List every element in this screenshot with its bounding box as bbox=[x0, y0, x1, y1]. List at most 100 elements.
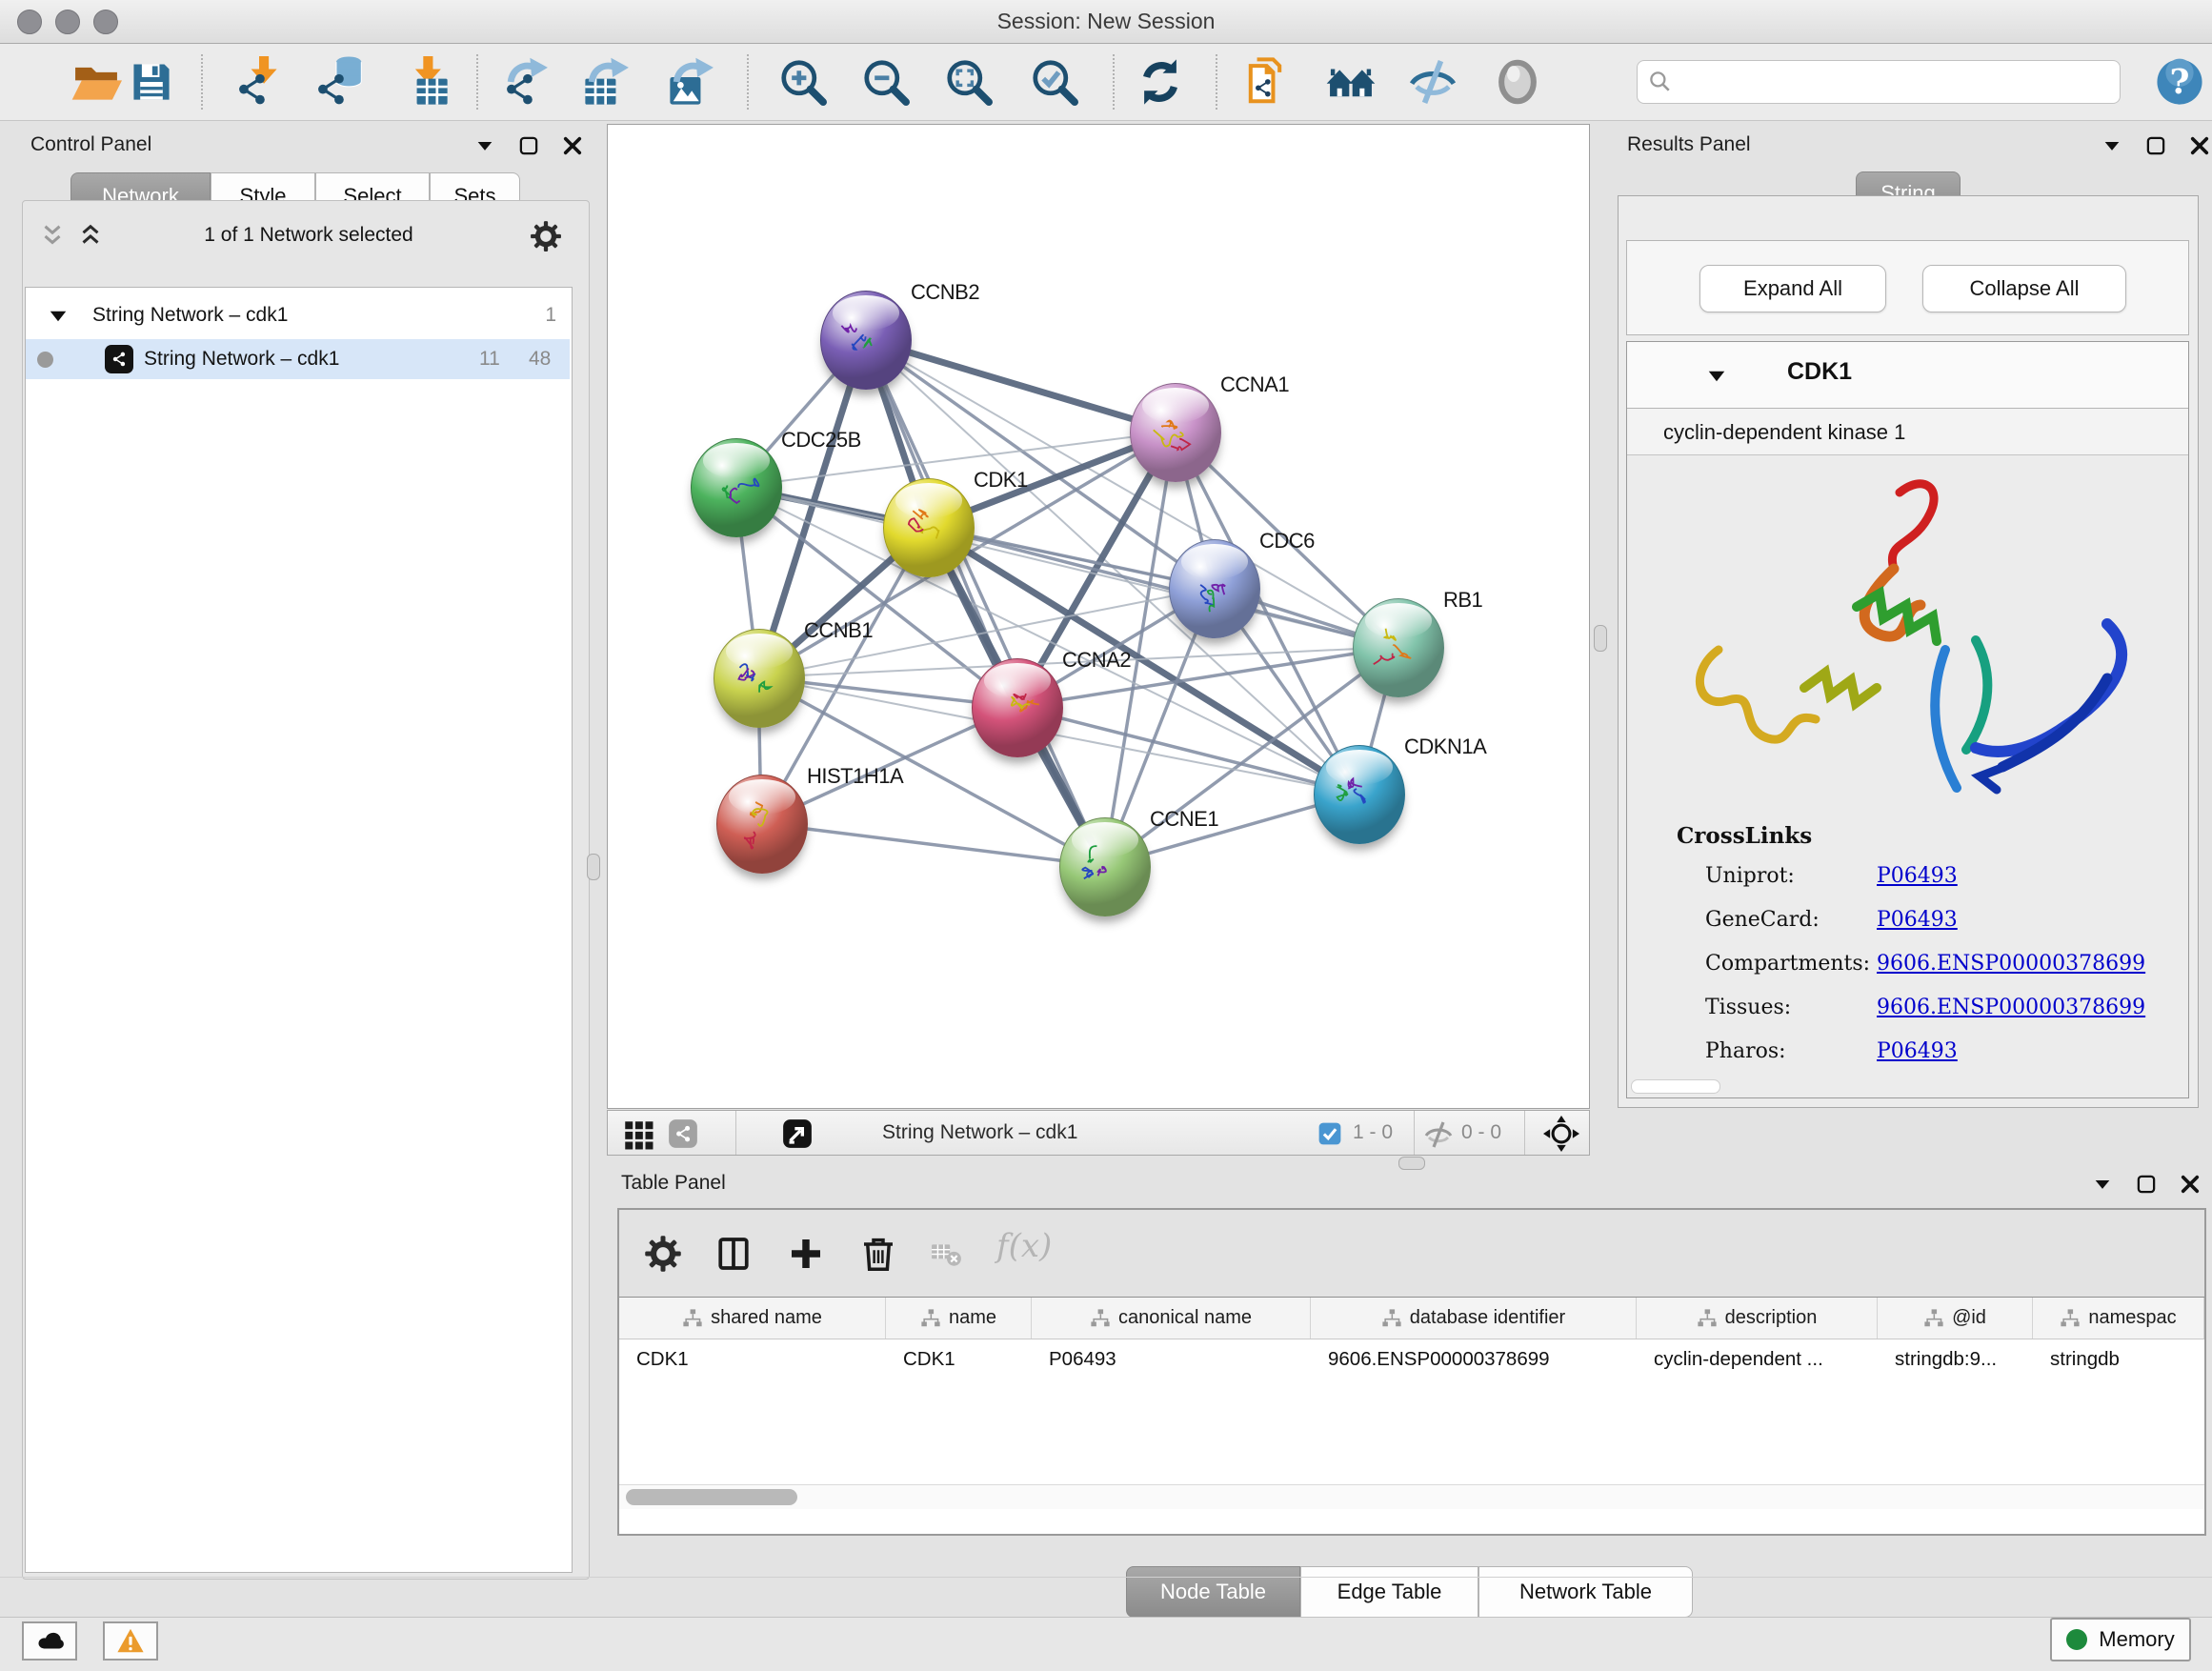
column-header-namespac[interactable]: namespac bbox=[2033, 1298, 2204, 1339]
crosslink-value[interactable]: P06493 bbox=[1877, 1039, 1958, 1063]
entry-header[interactable]: CDK1 bbox=[1627, 342, 2188, 409]
hide-graphics-icon[interactable] bbox=[1407, 56, 1458, 108]
column-header--id[interactable]: @id bbox=[1878, 1298, 2033, 1339]
crosslink-value[interactable]: P06493 bbox=[1877, 864, 1958, 888]
network-node-count: 11 bbox=[479, 348, 500, 371]
entry-hscrollbar[interactable] bbox=[1631, 1079, 1720, 1094]
table-cell[interactable]: CDK1 bbox=[886, 1339, 1032, 1379]
export-network-icon[interactable] bbox=[501, 56, 553, 108]
table-row[interactable]: CDK1CDK1P064939606.ENSP00000378699cyclin… bbox=[619, 1339, 2204, 1379]
refresh-icon[interactable] bbox=[1135, 56, 1186, 108]
panel-float-icon[interactable] bbox=[516, 133, 541, 158]
panel-close-icon[interactable] bbox=[560, 133, 585, 158]
tab-edge-table[interactable]: Edge Table bbox=[1300, 1566, 1478, 1618]
warnings-button[interactable] bbox=[103, 1621, 158, 1661]
import-network-database-icon[interactable] bbox=[312, 56, 364, 108]
panel-close-icon[interactable] bbox=[2187, 133, 2212, 158]
graph-node-ccna1[interactable] bbox=[1130, 383, 1221, 482]
table-cell[interactable]: cyclin-dependent ... bbox=[1637, 1339, 1878, 1379]
birdseye-crosshair-icon[interactable] bbox=[1543, 1116, 1579, 1152]
collapse-all-button[interactable]: Collapse All bbox=[1922, 265, 2126, 312]
expand-all-networks-icon[interactable] bbox=[76, 222, 105, 251]
cloud-button[interactable] bbox=[22, 1621, 77, 1661]
graph-node-ccna2[interactable] bbox=[972, 658, 1063, 757]
import-table-icon[interactable] bbox=[399, 56, 451, 108]
network-options-gear-icon[interactable] bbox=[530, 220, 562, 252]
delete-column-icon[interactable] bbox=[859, 1235, 897, 1273]
search-input[interactable] bbox=[1683, 65, 2106, 97]
entry-collapse-icon[interactable] bbox=[1705, 365, 1728, 388]
graph-node-cdkn1a[interactable] bbox=[1314, 745, 1405, 844]
panel-collapse-icon[interactable] bbox=[2100, 133, 2124, 158]
expand-all-button[interactable]: Expand All bbox=[1699, 265, 1886, 312]
memory-button[interactable]: Memory bbox=[2050, 1618, 2191, 1661]
column-header-canonical-name[interactable]: canonical name bbox=[1032, 1298, 1311, 1339]
tree-collapse-icon[interactable] bbox=[47, 305, 70, 328]
tab-node-table[interactable]: Node Table bbox=[1126, 1566, 1300, 1618]
create-column-icon[interactable] bbox=[787, 1235, 825, 1273]
graph-node-ccne1[interactable] bbox=[1059, 817, 1151, 916]
graph-node-ccnb2[interactable] bbox=[820, 291, 912, 390]
view-network-share-icon[interactable] bbox=[667, 1117, 699, 1150]
crosslink-value[interactable]: 9606.ENSP00000378699 bbox=[1877, 952, 2145, 976]
table-cell[interactable]: stringdb:9... bbox=[1878, 1339, 2033, 1379]
home-icon[interactable] bbox=[1325, 56, 1377, 108]
network-tree-root-row[interactable]: String Network – cdk1 1 bbox=[26, 295, 570, 335]
import-network-file-icon[interactable] bbox=[233, 56, 285, 108]
graph-edge[interactable] bbox=[761, 823, 1104, 866]
table-tabs: Node TableEdge TableNetwork Table bbox=[1126, 1566, 1693, 1618]
zoom-in-icon[interactable] bbox=[777, 56, 829, 108]
protein-thumbnail bbox=[1076, 838, 1134, 896]
graph-node-cdc25b[interactable] bbox=[691, 438, 782, 537]
panel-float-icon[interactable] bbox=[2143, 133, 2168, 158]
save-session-icon[interactable] bbox=[126, 56, 177, 108]
collapse-all-networks-icon[interactable] bbox=[38, 222, 67, 251]
level-of-detail-icon[interactable] bbox=[1492, 56, 1543, 108]
table-hscrollbar-handle[interactable] bbox=[626, 1489, 797, 1505]
open-cybrowser-icon[interactable] bbox=[1239, 56, 1291, 108]
graph-node-hist1h1a[interactable] bbox=[716, 775, 808, 874]
column-header-shared-name[interactable]: shared name bbox=[619, 1298, 886, 1339]
table-cell[interactable]: P06493 bbox=[1032, 1339, 1311, 1379]
entry-description: cyclin-dependent kinase 1 bbox=[1627, 409, 2188, 455]
open-session-icon[interactable] bbox=[70, 56, 122, 108]
zoom-out-icon[interactable] bbox=[860, 56, 912, 108]
table-cell[interactable]: stringdb bbox=[2033, 1339, 2204, 1379]
export-table-icon[interactable] bbox=[582, 56, 633, 108]
table-cell[interactable]: CDK1 bbox=[619, 1339, 886, 1379]
detach-view-icon[interactable] bbox=[781, 1117, 814, 1150]
right-splitter-handle[interactable] bbox=[1594, 625, 1607, 652]
zoom-selected-icon[interactable] bbox=[1029, 56, 1080, 108]
zoom-fit-icon[interactable] bbox=[943, 56, 995, 108]
column-header-name[interactable]: name bbox=[886, 1298, 1032, 1339]
help-icon[interactable]: ? bbox=[2155, 57, 2204, 107]
main-toolbar: ? bbox=[0, 44, 2212, 121]
hidden-eye-icon[interactable] bbox=[1423, 1119, 1454, 1150]
panel-close-icon[interactable] bbox=[2178, 1172, 2202, 1197]
graph-edge[interactable] bbox=[928, 527, 1398, 647]
tab-network-table[interactable]: Network Table bbox=[1478, 1566, 1693, 1618]
column-header-database-identifier[interactable]: database identifier bbox=[1311, 1298, 1637, 1339]
table-settings-gear-icon[interactable] bbox=[644, 1235, 682, 1273]
graph-node-rb1[interactable] bbox=[1353, 598, 1444, 697]
graph-node-cdc6[interactable] bbox=[1169, 539, 1260, 638]
view-grid-icon[interactable] bbox=[621, 1117, 654, 1150]
graph-edge[interactable] bbox=[865, 339, 1175, 432]
export-image-icon[interactable] bbox=[667, 56, 718, 108]
left-splitter-handle[interactable] bbox=[587, 854, 600, 880]
graph-node-ccnb1[interactable] bbox=[714, 629, 805, 728]
crosslink-value[interactable]: 9606.ENSP00000378699 bbox=[1877, 996, 2145, 1019]
panel-collapse-icon[interactable] bbox=[2090, 1172, 2115, 1197]
table-cell[interactable]: 9606.ENSP00000378699 bbox=[1311, 1339, 1637, 1379]
network-view-canvas[interactable]: CCNB2CCNA1CDC25BCDK1CDC6RB1CCNB1CCNA2CDK… bbox=[607, 124, 1590, 1109]
network-edge-count: 48 bbox=[529, 348, 551, 371]
graph-node-cdk1[interactable] bbox=[883, 478, 975, 577]
table-header-row: shared namenamecanonical namedatabase id… bbox=[619, 1298, 2204, 1339]
selected-checkbox-icon[interactable] bbox=[1317, 1120, 1343, 1147]
column-header-description[interactable]: description bbox=[1637, 1298, 1878, 1339]
network-tree-item-row[interactable]: String Network – cdk1 11 48 bbox=[26, 339, 570, 379]
show-columns-icon[interactable] bbox=[714, 1235, 753, 1273]
crosslink-value[interactable]: P06493 bbox=[1877, 908, 1958, 932]
panel-float-icon[interactable] bbox=[2134, 1172, 2159, 1197]
panel-collapse-icon[interactable] bbox=[473, 133, 497, 158]
